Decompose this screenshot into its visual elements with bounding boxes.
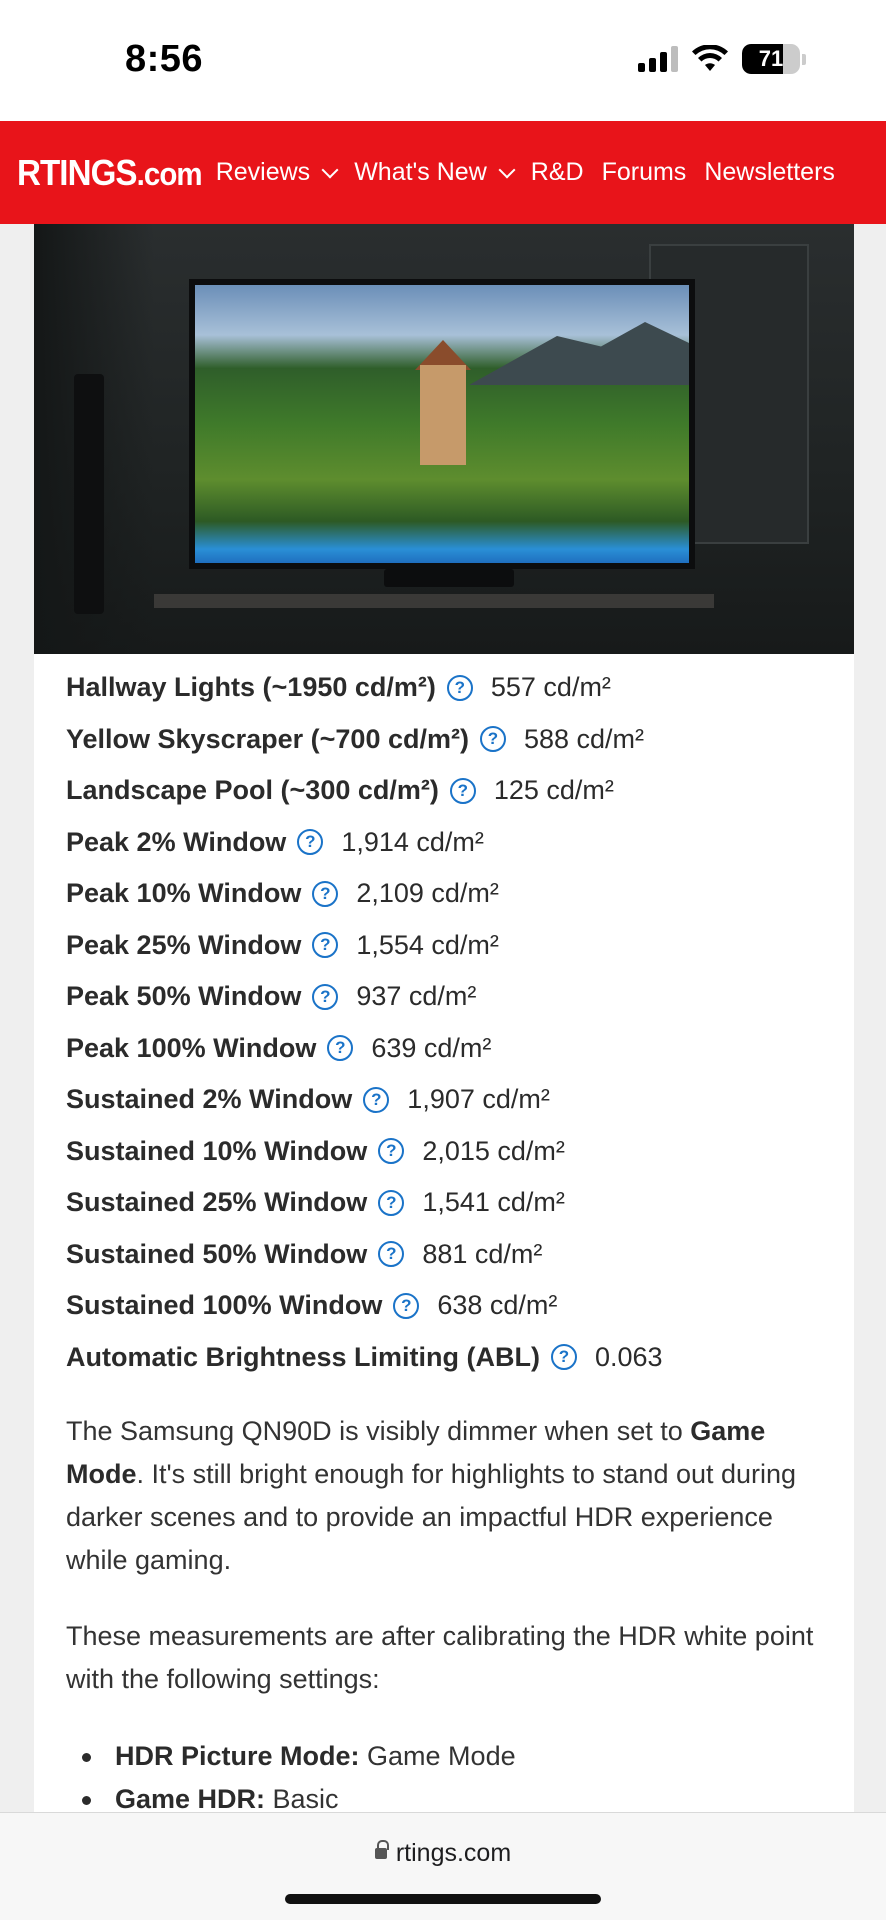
game-mode-paragraph: The Samsung QN90D is visibly dimmer when… [66,1416,797,1575]
spec-value: 1,541 cd/m² [422,1187,565,1218]
spec-row: Sustained 10% Window? 2,015 cd/m² [66,1126,836,1178]
url-display[interactable]: rtings.com [0,1839,886,1868]
spec-value: 0.063 [595,1341,663,1372]
status-time: 8:56 [125,38,204,80]
help-icon[interactable]: ? [479,726,506,753]
help-icon[interactable]: ? [327,1035,354,1062]
speaker [74,374,104,614]
spec-row: Peak 100% Window? 639 cd/m² [66,1023,836,1075]
url-text: rtings.com [395,1839,512,1867]
lock-icon [374,1840,389,1861]
spec-value: 588 cd/m² [523,723,645,754]
calibration-paragraph: These measurements are after calibrating… [66,1621,814,1694]
spec-value: 2,015 cd/m² [422,1135,565,1166]
setting-label: HDR Picture Mode: [115,1741,360,1771]
wifi-icon [692,45,728,71]
spec-label: Sustained 25% Window [66,1187,368,1218]
setting-value: Game Mode [359,1741,516,1771]
setting-value: Basic [265,1784,339,1814]
help-icon[interactable]: ? [378,1241,405,1268]
help-icon[interactable]: ? [449,777,476,804]
spec-row: Sustained 50% Window? 881 cd/m² [66,1229,836,1281]
tv-photo [34,224,854,654]
status-bar: 8:56 71 [0,0,886,121]
spec-label: Peak 10% Window [66,878,302,909]
cellular-signal-icon [638,46,678,72]
spec-label: Yellow Skyscraper (~700 cd/m²) [66,723,469,754]
tv-screen-landscape [195,285,689,563]
help-icon[interactable]: ? [551,1344,577,1371]
nav-item-reviews[interactable]: Reviews [216,158,339,187]
settings-list: HDR Picture Mode: Game Mode Game HDR: Ba… [66,1735,836,1821]
spec-value: 1,914 cd/m² [341,826,484,857]
help-icon[interactable]: ? [297,829,324,856]
brightness-specs: Hallway Lights (~1950 cd/m²)? 557 cd/m² Y… [66,662,836,1383]
site-nav: RTINGS.com Reviews What's New R&D Forums… [0,121,886,224]
spec-row: Hallway Lights (~1950 cd/m²)? 557 cd/m² [66,662,836,714]
battery-icon: 71 [742,44,806,74]
status-icons: 71 [638,44,806,74]
chevron-down-icon [321,161,339,178]
spec-row: Peak 10% Window? 2,109 cd/m² [66,868,836,920]
spec-row: Sustained 2% Window? 1,907 cd/m² [66,1074,836,1126]
spec-row: Peak 50% Window? 937 cd/m² [66,971,836,1023]
spec-value: 1,554 cd/m² [356,929,499,960]
spec-value: 937 cd/m² [356,981,477,1012]
spec-value: 638 cd/m² [437,1290,558,1321]
nav-item-forums[interactable]: Forums [602,158,687,187]
spec-label: Peak 25% Window [66,929,302,960]
help-icon[interactable]: ? [312,880,339,907]
nav-item-whats-new[interactable]: What's New [354,158,516,187]
help-icon[interactable]: ? [363,1086,390,1113]
chevron-down-icon [498,161,516,178]
nav-item-newsletters[interactable]: Newsletters [704,158,835,187]
spec-label: Automatic Brightness Limiting (ABL) [66,1341,540,1372]
help-icon[interactable]: ? [378,1189,405,1216]
spec-row: Landscape Pool (~300 cd/m²)? 125 cd/m² [66,765,836,817]
spec-row: Sustained 25% Window? 1,541 cd/m² [66,1177,836,1229]
spec-label: Peak 100% Window [66,1032,317,1063]
spec-label: Landscape Pool (~300 cd/m²) [66,775,439,806]
spec-value: 125 cd/m² [493,775,614,806]
rtings-logo[interactable]: RTINGS.com [17,152,203,194]
spec-label: Sustained 100% Window [66,1290,383,1321]
help-icon[interactable]: ? [312,932,339,959]
spec-row: Yellow Skyscraper (~700 cd/m²)? 588 cd/m² [66,714,836,766]
spec-label: Hallway Lights (~1950 cd/m²) [66,672,436,703]
nav-item-rd[interactable]: R&D [531,158,584,187]
battery-level: 71 [758,46,784,71]
nav-items: Reviews What's New R&D Forums Newsletter… [216,158,853,187]
spec-label: Peak 2% Window [66,826,287,857]
spec-row: Peak 25% Window? 1,554 cd/m² [66,920,836,972]
spec-label: Sustained 50% Window [66,1238,368,1269]
spec-value: 639 cd/m² [371,1032,492,1063]
spec-row: Sustained 100% Window? 638 cd/m² [66,1280,836,1332]
help-icon[interactable]: ? [378,1138,405,1165]
help-icon[interactable]: ? [393,1292,420,1319]
spec-row: Automatic Brightness Limiting (ABL)? 0.06… [66,1332,836,1384]
spec-label: Sustained 2% Window [66,1084,353,1115]
setting-label: Game HDR: [115,1784,266,1814]
spec-value: 2,109 cd/m² [356,878,499,909]
home-indicator[interactable] [285,1894,601,1904]
list-item: HDR Picture Mode: Game Mode [66,1735,836,1778]
spec-value: 1,907 cd/m² [407,1084,550,1115]
spec-value: 881 cd/m² [422,1238,543,1269]
tv [189,279,695,569]
spec-row: Peak 2% Window? 1,914 cd/m² [66,817,836,869]
help-icon[interactable]: ? [446,674,473,701]
help-icon[interactable]: ? [312,983,339,1010]
spec-label: Sustained 10% Window [66,1135,368,1166]
spec-value: 557 cd/m² [490,672,611,703]
spec-label: Peak 50% Window [66,981,302,1012]
